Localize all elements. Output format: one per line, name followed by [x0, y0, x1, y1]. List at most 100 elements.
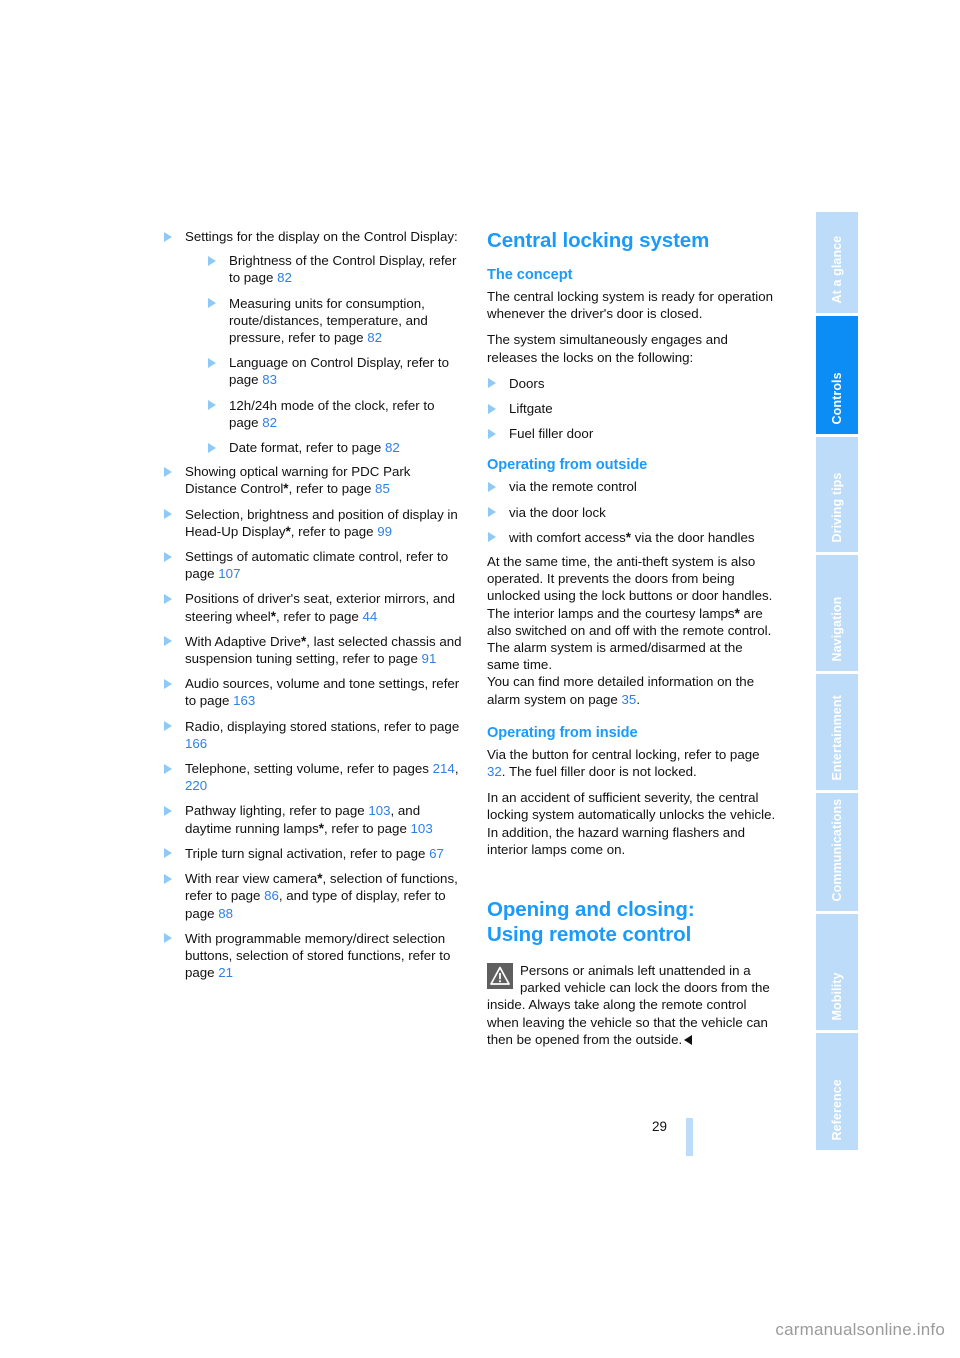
triangle-bullet-icon: [164, 933, 172, 944]
list-item-label: , refer to page: [276, 608, 363, 624]
page-reference[interactable]: 163: [233, 693, 255, 708]
chapter-tab-label: Entertainment: [829, 694, 844, 780]
settings-list-top: Settings for the display on the Control …: [163, 228, 465, 456]
list-item: Settings of automatic climate control, r…: [163, 548, 465, 582]
page-reference[interactable]: 82: [385, 440, 400, 455]
list-item: Selection, brightness and position of di…: [163, 506, 465, 540]
left-text-column: Settings for the display on the Control …: [163, 228, 465, 981]
list-item-label: 12h/24h mode of the clock, refer to page: [229, 397, 435, 430]
chapter-tab-entertainment[interactable]: Entertainment: [816, 674, 858, 790]
chapter-tab-label: Reference: [829, 1078, 844, 1140]
page-reference[interactable]: 67: [429, 846, 444, 861]
list-item-label: Radio, displaying stored stations, refer…: [185, 718, 460, 734]
page-reference[interactable]: 214: [433, 761, 455, 776]
triangle-bullet-icon: [208, 298, 216, 309]
page-number: 29: [652, 1119, 668, 1134]
page-reference[interactable]: 103: [411, 821, 433, 836]
list-item-label: Brightness of the Control Display, refer…: [229, 253, 457, 286]
settings-sublist: Brightness of the Control Display, refer…: [185, 252, 465, 456]
chapter-tab-driving-tips[interactable]: Driving tips: [816, 437, 858, 552]
chapter-tab-controls[interactable]: Controls: [816, 316, 858, 434]
page-reference[interactable]: 99: [377, 524, 392, 539]
list-item: 12h/24h mode of the clock, refer to page…: [207, 397, 465, 431]
triangle-bullet-icon: [488, 532, 496, 543]
outside-paragraph-2-text-end: .: [636, 691, 641, 707]
list-item-label: Date format, refer to page: [229, 440, 385, 456]
subheading-operating-from-inside: Operating from inside: [487, 724, 638, 741]
triangle-bullet-icon: [164, 593, 172, 604]
concept-paragraph-1: The central locking system is ready for …: [487, 289, 774, 322]
chapter-tab-rail: At a glance Controls Driving tips Navigatio…: [816, 212, 858, 1150]
list-item-label: Settings for the display on the Control …: [185, 229, 458, 244]
list-item-label: via the door lock: [509, 504, 606, 520]
page-reference[interactable]: 21: [218, 965, 233, 980]
section-heading-central-locking: Central locking system: [487, 229, 710, 252]
chapter-tab-navigation[interactable]: Navigation: [816, 555, 858, 671]
page-reference[interactable]: 82: [277, 270, 292, 285]
page-reference[interactable]: 35: [622, 692, 637, 707]
page-reference[interactable]: 91: [422, 651, 437, 666]
triangle-bullet-icon: [164, 763, 172, 774]
page-reference[interactable]: 88: [218, 906, 233, 921]
list-item: Liftgate: [487, 400, 777, 417]
page-reference[interactable]: 82: [367, 330, 382, 345]
triangle-bullet-icon: [208, 442, 216, 453]
concept-paragraph-2: The system simultaneously engages and re…: [487, 332, 728, 365]
subheading-operating-from-outside: Operating from outside: [487, 457, 648, 474]
list-item: via the door lock: [487, 504, 777, 521]
list-item: Triple turn signal activation, refer to …: [163, 845, 465, 862]
right-text-column: Central locking system The concept The c…: [487, 228, 777, 1048]
page-reference[interactable]: 85: [375, 481, 390, 496]
end-of-note-marker: [684, 1034, 693, 1045]
heading-line-1: Opening and closing:: [487, 898, 695, 922]
watermark: carmanualsonline.info: [775, 1320, 945, 1339]
manual-page: Settings for the display on the Control …: [0, 0, 960, 1358]
page-reference[interactable]: 82: [262, 415, 277, 430]
inside-paragraph-1-text-end: . The fuel filler door is not locked.: [501, 764, 697, 780]
triangle-bullet-icon: [164, 509, 172, 520]
list-item: Fuel filler door: [487, 425, 777, 442]
list-item: Measuring units for consumption, route/d…: [207, 295, 465, 347]
page-reference[interactable]: 107: [218, 566, 240, 581]
list-item-label: Audio sources, volume and tone settings,…: [185, 676, 460, 709]
list-item-label: Triple turn signal activation, refer to …: [185, 845, 430, 861]
list-item: Positions of driver's seat, exterior mir…: [163, 590, 465, 624]
triangle-bullet-icon: [164, 678, 172, 689]
heading-line-2: Using remote control: [487, 923, 692, 947]
triangle-bullet-icon: [164, 848, 172, 859]
chapter-tab-reference[interactable]: Reference: [816, 1033, 858, 1150]
outside-paragraph-1-text: At the same time, the anti-theft system …: [487, 554, 773, 621]
page-number-bar: [686, 1118, 693, 1156]
page-reference[interactable]: 32: [487, 764, 502, 779]
page-reference[interactable]: 220: [185, 778, 207, 793]
page-reference[interactable]: 103: [368, 803, 390, 818]
list-item: Audio sources, volume and tone settings,…: [163, 675, 465, 709]
triangle-bullet-icon: [488, 481, 496, 492]
list-item: Radio, displaying stored stations, refer…: [163, 718, 465, 752]
list-item: With programmable memory/direct selectio…: [163, 930, 465, 982]
triangle-bullet-icon: [164, 231, 172, 242]
triangle-bullet-icon: [488, 507, 496, 518]
inside-paragraph-1-text: Via the button for central locking, refe…: [487, 746, 760, 762]
chapter-tab-label: Mobility: [829, 971, 844, 1020]
list-item: Showing optical warning for PDC Park Dis…: [163, 463, 465, 497]
triangle-bullet-icon: [208, 400, 216, 411]
chapter-tab-label: Driving tips: [829, 472, 844, 542]
chapter-tab-communications[interactable]: Communications: [816, 793, 858, 911]
page-reference[interactable]: 166: [185, 736, 207, 751]
page-reference[interactable]: 83: [262, 372, 277, 387]
subheading-the-concept: The concept: [487, 267, 573, 283]
list-item: Date format, refer to page 82: [207, 439, 465, 456]
page-reference[interactable]: 86: [264, 888, 279, 903]
list-item-label: via the door handles: [631, 529, 755, 545]
chapter-tab-mobility[interactable]: Mobility: [816, 914, 858, 1030]
outside-paragraph-1: At the same time, the anti-theft system …: [487, 553, 777, 673]
list-item-label: Telephone, setting volume, refer to page…: [185, 761, 433, 777]
triangle-bullet-icon: [488, 403, 496, 414]
page-reference[interactable]: 44: [363, 609, 378, 624]
chapter-tab-at-a-glance[interactable]: At a glance: [816, 212, 858, 313]
